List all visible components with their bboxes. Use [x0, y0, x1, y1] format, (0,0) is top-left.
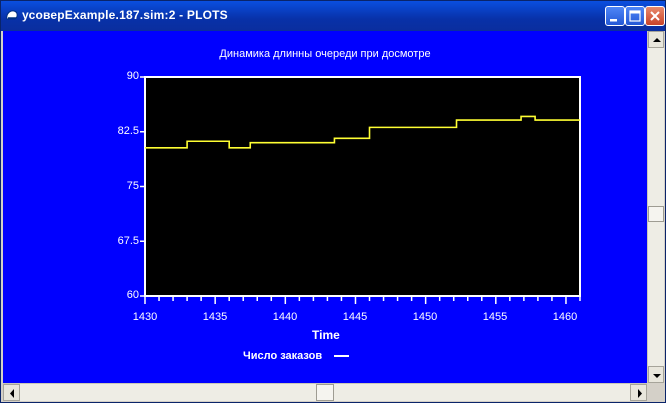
minimize-icon: [610, 19, 617, 22]
scroll-right-button[interactable]: [630, 384, 647, 401]
horizontal-scrollbar[interactable]: [3, 383, 647, 401]
plot-frame: [144, 76, 581, 297]
legend-label: Число заказов: [243, 350, 323, 362]
scroll-up-icon: [653, 38, 661, 42]
horizontal-scroll-thumb[interactable]: [316, 384, 334, 401]
scroll-down-icon: [653, 374, 661, 378]
scroll-left-button[interactable]: [3, 384, 20, 401]
plots-window: усоверExample.187.sim:2 - PLOTS Динамика…: [0, 0, 666, 403]
scrollbar-corner: [647, 383, 664, 401]
x-tick-label: 1445: [342, 311, 368, 323]
close-icon: [650, 11, 660, 21]
scroll-up-button[interactable]: [648, 31, 664, 48]
x-tick-label: 1435: [202, 311, 228, 323]
scroll-down-button[interactable]: [648, 366, 664, 383]
x-tick-label: 1430: [132, 311, 158, 323]
maximize-button[interactable]: [625, 6, 645, 26]
window-title: усоверExample.187.sim:2 - PLOTS: [22, 8, 228, 22]
y-tick-label: 82.5: [117, 125, 139, 137]
app-icon: [6, 10, 18, 20]
close-button[interactable]: [645, 6, 665, 26]
vertical-scrollbar[interactable]: [647, 31, 664, 383]
chart-title: Динамика длинны очереди при досмотре: [219, 48, 431, 60]
scroll-right-icon: [638, 389, 642, 398]
x-tick-label: 1455: [482, 311, 508, 323]
y-tick-label: 67.5: [117, 235, 139, 247]
minimize-button[interactable]: [605, 6, 625, 26]
title-bar[interactable]: усоверExample.187.sim:2 - PLOTS: [1, 1, 665, 31]
x-axis-title: Time: [312, 328, 340, 342]
maximize-icon: [629, 10, 641, 22]
x-tick-label: 1460: [552, 311, 578, 323]
y-tick-label: 90: [126, 70, 139, 82]
x-tick-label: 1450: [412, 311, 438, 323]
vertical-scroll-thumb[interactable]: [648, 206, 664, 222]
y-tick-label: 75: [126, 180, 139, 192]
plot-area-client: Динамика длинны очереди при досмотре 90 …: [3, 31, 647, 383]
scroll-left-icon: [10, 389, 14, 398]
y-tick-label: 60: [126, 289, 139, 301]
x-tick-label: 1440: [272, 311, 298, 323]
